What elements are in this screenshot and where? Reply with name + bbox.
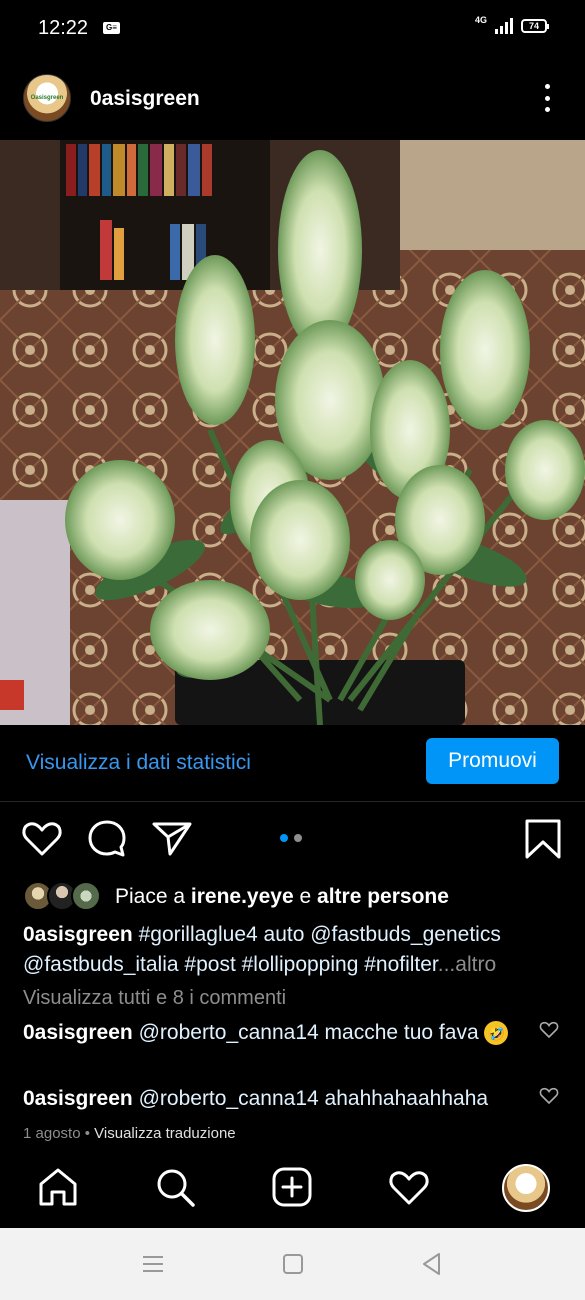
post-date: 1 agosto bbox=[23, 1125, 81, 1142]
post-caption: 0asisgreen #gorillaglue4 auto @fastbuds_… bbox=[23, 920, 563, 980]
bottom-navigation bbox=[0, 1150, 585, 1228]
likes-row[interactable]: Piace a irene.yeye e altre persone bbox=[23, 880, 563, 912]
menu-icon[interactable] bbox=[139, 1250, 167, 1278]
likes-text: Piace a irene.yeye e altre persone bbox=[115, 885, 449, 909]
status-indicators: 4G 74 bbox=[474, 15, 549, 34]
share-paper-plane-icon[interactable] bbox=[151, 818, 193, 860]
insights-bar: Visualizza i dati statistici Promuovi bbox=[0, 728, 585, 802]
post-author-username[interactable]: 0asisgreen bbox=[90, 87, 200, 111]
comment-username[interactable]: 0asisgreen bbox=[23, 1087, 133, 1110]
carousel-indicator bbox=[280, 834, 302, 842]
post-author-avatar[interactable]: Oasisgreen bbox=[23, 74, 71, 122]
status-bar: 12:22 G≡ 4G 74 bbox=[0, 0, 585, 58]
carousel-dot bbox=[294, 834, 302, 842]
promote-button[interactable]: Promuovi bbox=[426, 738, 559, 784]
avatar-logo-text: Oasisgreen bbox=[30, 95, 64, 101]
home-square-icon[interactable] bbox=[279, 1250, 307, 1278]
battery-icon: 74 bbox=[521, 19, 549, 33]
liker-avatars bbox=[23, 880, 103, 912]
back-triangle-icon[interactable] bbox=[418, 1250, 446, 1278]
translate-link[interactable]: Visualizza traduzione bbox=[94, 1125, 235, 1142]
notification-app-icon: G≡ bbox=[103, 22, 120, 34]
status-time: 12:22 bbox=[38, 17, 89, 39]
meta-separator: • bbox=[84, 1125, 90, 1142]
post-image-graphic bbox=[0, 140, 585, 725]
network-type: 4G bbox=[474, 15, 487, 25]
post-actions bbox=[0, 812, 585, 868]
new-post-icon[interactable] bbox=[271, 1166, 313, 1208]
activity-heart-icon[interactable] bbox=[388, 1166, 430, 1208]
comment-item: 0asisgreen @roberto_canna14 macche tuo f… bbox=[23, 1018, 533, 1048]
rolling-laughing-emoji-icon: 🤣 bbox=[484, 1021, 509, 1046]
battery-level: 74 bbox=[528, 21, 539, 31]
search-icon[interactable] bbox=[154, 1166, 196, 1208]
signal-icon bbox=[495, 18, 513, 34]
more-options-icon[interactable] bbox=[543, 84, 551, 112]
system-navigation-bar bbox=[0, 1228, 585, 1300]
save-bookmark-icon[interactable] bbox=[522, 818, 564, 860]
caption-username[interactable]: 0asisgreen bbox=[23, 923, 133, 946]
liker-avatar bbox=[71, 881, 101, 911]
home-icon[interactable] bbox=[37, 1166, 79, 1208]
like-heart-icon[interactable] bbox=[21, 818, 63, 860]
comment-like-heart-icon[interactable] bbox=[539, 1086, 559, 1106]
likes-prefix: Piace a bbox=[115, 885, 186, 908]
likes-conjunction: e bbox=[299, 885, 312, 908]
comment-bubble-icon[interactable] bbox=[86, 818, 128, 860]
caption-more-link[interactable]: ...altro bbox=[438, 953, 496, 976]
likes-others[interactable]: altre persone bbox=[317, 885, 449, 908]
view-all-comments-link[interactable]: Visualizza tutti e 8 i commenti bbox=[23, 987, 286, 1010]
comment-like-heart-icon[interactable] bbox=[539, 1020, 559, 1040]
comment-item: 0asisgreen @roberto_canna14 ahahhahaahha… bbox=[23, 1084, 533, 1114]
post-header: Oasisgreen 0asisgreen bbox=[0, 68, 585, 130]
profile-avatar[interactable] bbox=[502, 1164, 550, 1212]
comment-text: @roberto_canna14 macche tuo fava bbox=[138, 1021, 479, 1044]
comment-username[interactable]: 0asisgreen bbox=[23, 1021, 133, 1044]
carousel-dot-active bbox=[280, 834, 288, 842]
post-image[interactable] bbox=[0, 140, 585, 725]
comment-text: @roberto_canna14 ahahhahaahhaha bbox=[138, 1087, 489, 1110]
view-insights-link[interactable]: Visualizza i dati statistici bbox=[26, 751, 251, 775]
post-meta: 1 agosto • Visualizza traduzione bbox=[23, 1125, 236, 1142]
liker-username[interactable]: irene.yeye bbox=[191, 885, 294, 908]
